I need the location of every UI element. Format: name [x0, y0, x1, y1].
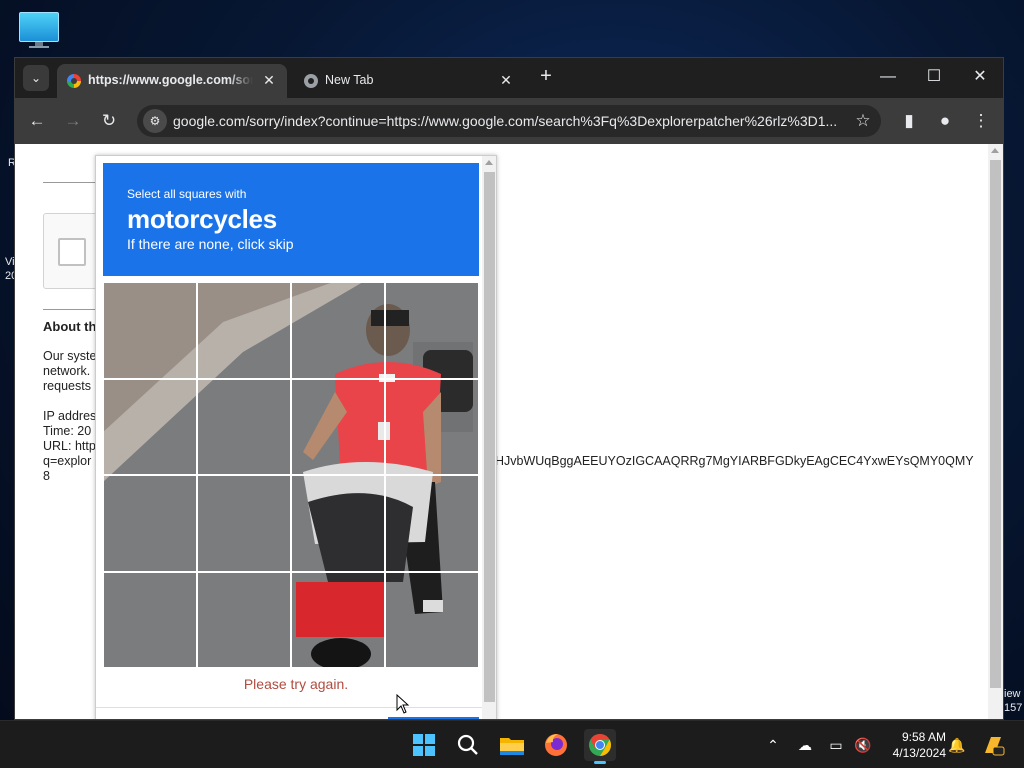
captcha-skip-hint: If there are none, click skip: [127, 236, 294, 252]
google-favicon-icon: [67, 74, 81, 88]
recaptcha-checkbox[interactable]: [58, 238, 86, 266]
captcha-tile[interactable]: [197, 378, 291, 475]
captcha-tile[interactable]: [103, 378, 197, 475]
desktop-text-fragment: 157: [1004, 702, 1023, 714]
copilot-icon[interactable]: [980, 733, 1006, 757]
captcha-tile[interactable]: [385, 475, 479, 572]
profile-icon[interactable]: ●: [932, 108, 958, 134]
page-scrollbar[interactable]: [988, 144, 1003, 719]
info-line: Time: 20: [43, 424, 92, 438]
chevron-up-icon[interactable]: ⌃: [762, 733, 784, 757]
scroll-up-arrow-icon[interactable]: [991, 148, 999, 153]
captcha-error-message: Please try again.: [243, 676, 349, 692]
info-line: 8: [43, 469, 50, 483]
request-info: IP addres Time: 20 URL: http q=explor 8: [43, 409, 103, 484]
info-line: q=explor: [43, 454, 92, 468]
divider: [43, 182, 103, 183]
captcha-tile[interactable]: [197, 475, 291, 572]
url-query-fragment: HJvbWUqBggAEEUYOzIGCAAQRRg7MgYIARBFGDkyE…: [495, 454, 974, 468]
captcha-tile[interactable]: [291, 475, 385, 572]
file-explorer-icon[interactable]: [496, 729, 528, 761]
scroll-up-arrow-icon[interactable]: [485, 160, 493, 165]
chrome-favicon-icon: [304, 74, 318, 88]
captcha-tile[interactable]: [291, 571, 385, 668]
page-content: About th Our syste network. requests IP …: [15, 144, 1003, 719]
site-info-icon[interactable]: ⚙: [143, 109, 167, 133]
paragraph-line: network.: [43, 364, 91, 378]
tab-title: https://www.google.com/sorry/index?conti…: [88, 73, 253, 87]
clock-date: 4/13/2024: [892, 746, 946, 760]
taskbar: ⌃ ☁ ▭ 🔇 9:58 AM 4/13/2024 🔔: [0, 720, 1024, 768]
info-line: URL: http: [43, 439, 96, 453]
captcha-tile[interactable]: [385, 571, 479, 668]
address-url[interactable]: google.com/sorry/index?continue=https://…: [173, 113, 843, 129]
maximize-button[interactable]: ☐: [911, 64, 957, 90]
side-panel-icon[interactable]: ▮: [896, 108, 922, 134]
volume-muted-icon[interactable]: 🔇: [852, 733, 874, 757]
captcha-image: [103, 282, 479, 668]
back-arrow-icon[interactable]: ←: [24, 108, 50, 134]
paragraph-line: Our syste: [43, 349, 97, 363]
clock-time: 9:58 AM: [901, 730, 946, 744]
tab-google-sorry[interactable]: https://www.google.com/sorry/index?conti…: [57, 64, 287, 98]
captcha-tile[interactable]: [103, 475, 197, 572]
tab-strip: ⌄ https://www.google.com/sorry/index?con…: [15, 58, 1003, 98]
firefox-icon[interactable]: [540, 729, 572, 761]
info-line: IP addres: [43, 409, 97, 423]
captcha-tile[interactable]: [197, 571, 291, 668]
notification-bell-icon[interactable]: 🔔: [946, 733, 968, 757]
captcha-tile[interactable]: [103, 282, 197, 379]
captcha-challenge-popup: Select all squares with motorcycles If t…: [95, 155, 497, 719]
tab-new-tab[interactable]: New Tab ✕: [294, 64, 524, 98]
mouse-cursor-icon: [396, 694, 410, 714]
bookmark-star-icon[interactable]: ☆: [851, 109, 875, 133]
forward-arrow-icon[interactable]: →: [60, 108, 86, 134]
captcha-instruction: Select all squares with: [127, 187, 247, 201]
paragraph-line: requests: [43, 379, 91, 393]
captcha-tile[interactable]: [291, 378, 385, 475]
captcha-scrollbar[interactable]: [482, 156, 496, 719]
menu-dots-icon[interactable]: ⋮: [968, 108, 994, 134]
captcha-tile[interactable]: [197, 282, 291, 379]
browser-toolbar: ← → ↻ ⚙ google.com/sorry/index?continue=…: [15, 98, 1003, 144]
tab-search-button[interactable]: ⌄: [23, 65, 49, 91]
start-windows-icon[interactable]: [408, 729, 440, 761]
address-bar[interactable]: ⚙ google.com/sorry/index?continue=https:…: [137, 105, 881, 137]
captcha-target: motorcycles: [127, 204, 277, 234]
captcha-tile[interactable]: [103, 571, 197, 668]
captcha-tile[interactable]: [385, 378, 479, 475]
scroll-thumb[interactable]: [990, 160, 1001, 688]
about-heading: About th: [43, 319, 97, 334]
reload-icon[interactable]: ↻: [96, 108, 122, 134]
tab-close-icon[interactable]: ✕: [261, 72, 277, 88]
network-icon[interactable]: ▭: [825, 733, 847, 757]
divider: [43, 309, 103, 310]
captcha-footer-divider: [96, 707, 496, 708]
browser-window: ⌄ https://www.google.com/sorry/index?con…: [14, 57, 1004, 720]
minimize-button[interactable]: —: [865, 64, 911, 90]
close-window-button[interactable]: ✕: [957, 64, 1003, 90]
about-paragraph: Our syste network. requests: [43, 349, 103, 394]
desktop-computer-icon[interactable]: [17, 11, 61, 51]
new-tab-button[interactable]: +: [535, 66, 557, 88]
captcha-tile[interactable]: [385, 282, 479, 379]
clock[interactable]: 9:58 AM 4/13/2024: [880, 729, 946, 761]
tab-title: New Tab: [325, 73, 374, 87]
captcha-tile-grid: [103, 282, 479, 668]
captcha-header: Select all squares with motorcycles If t…: [103, 163, 479, 276]
desktop-text-fragment: iew: [1004, 688, 1021, 700]
chrome-icon[interactable]: [584, 729, 616, 764]
captcha-tile[interactable]: [291, 282, 385, 379]
search-icon[interactable]: [452, 729, 484, 761]
onedrive-offline-icon[interactable]: ☁: [794, 733, 816, 757]
tab-close-icon[interactable]: ✕: [498, 72, 514, 88]
scroll-thumb[interactable]: [484, 172, 495, 702]
